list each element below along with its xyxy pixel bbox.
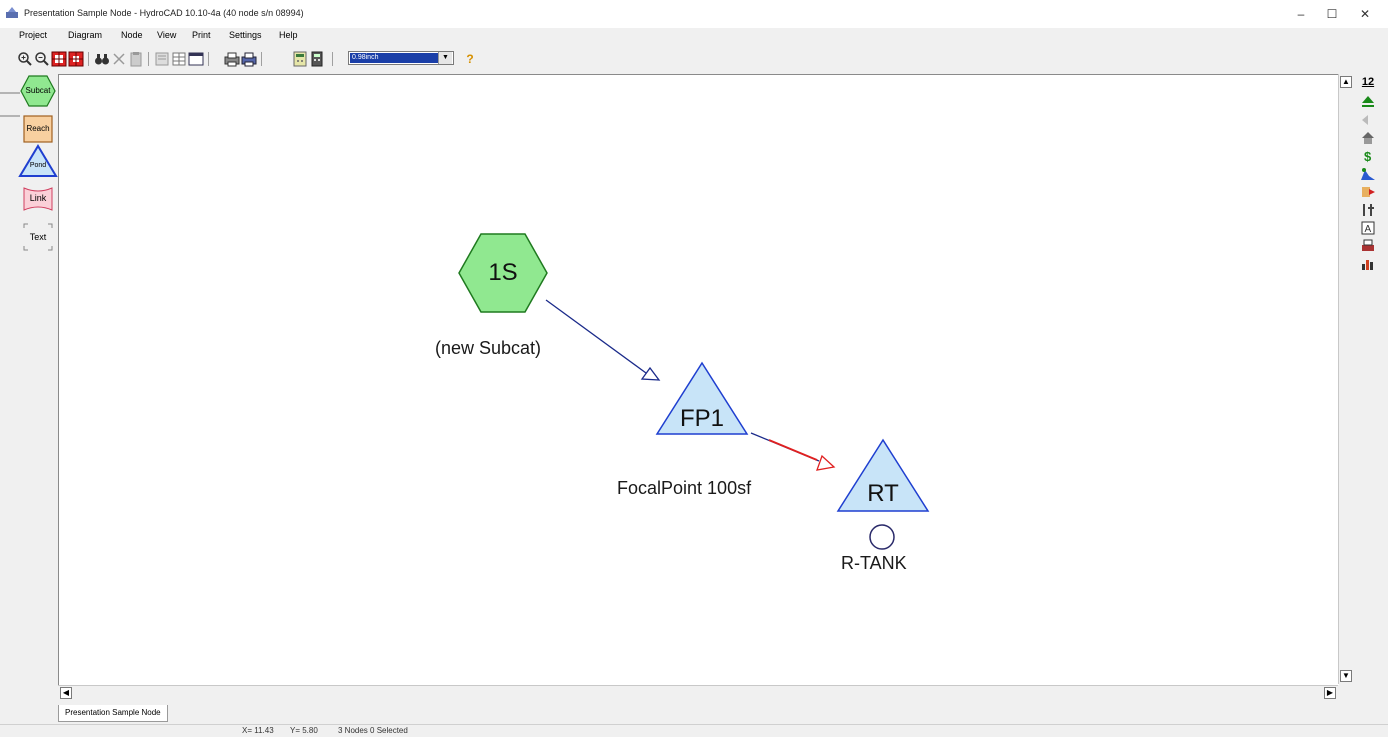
scroll-up-arrow-icon[interactable]: ▲ [1340,76,1352,88]
pond-triangle-icon [18,144,58,177]
scroll-down-arrow-icon[interactable]: ▼ [1340,670,1352,682]
zoom-level-select[interactable]: 0.98inch ▼ [348,51,454,65]
calculator-icon[interactable] [309,51,325,67]
palette-link-tool[interactable]: Link [22,184,58,218]
window-icon[interactable] [188,51,204,67]
tab-presentation-sample-node[interactable]: Presentation Sample Node [58,705,168,722]
svg-text:$: $ [1364,149,1372,164]
node-rt-id: RT [867,480,899,507]
node-1s-id: 1S [488,259,518,286]
cut-icon[interactable] [111,51,127,67]
node-number-button[interactable]: 12 [1360,74,1376,90]
diagram-drawing [458,233,930,550]
move-up-icon[interactable] [1360,94,1376,110]
menu-diagram[interactable]: Diagram [68,30,102,40]
palette-reach-tool[interactable]: Reach [22,114,58,148]
bar-chart-icon[interactable] [1360,256,1376,272]
tools-icon[interactable] [1360,202,1376,218]
hydrograph-icon[interactable] [1360,166,1376,182]
toolbar-separator [208,52,209,66]
menu-project[interactable]: Project [19,30,47,40]
zoom-level-value: 0.98inch [350,53,438,63]
menu-view[interactable]: View [157,30,176,40]
palette-text-tool[interactable]: Text [22,222,58,256]
zoom-fit-icon[interactable] [51,51,67,67]
palette-cursor-indicator [0,92,20,117]
print-icon[interactable] [224,51,240,67]
diagram-canvas[interactable]: 1S (new Subcat) FP1 FocalPoint 100sf RT … [58,74,1339,685]
link-1s-fp1-arrowhead [640,366,661,381]
palette-pond-tool[interactable]: Pond [18,144,58,178]
home-icon[interactable] [1360,130,1376,146]
link-fp1-rt[interactable] [768,439,818,461]
menu-print[interactable]: Print [192,30,211,40]
status-x-coordinate: X= 11.43 [242,726,274,735]
help-button[interactable]: ? [462,51,478,67]
link-1s-fp1[interactable] [545,299,647,374]
report-icon[interactable] [154,51,170,67]
toolbar-separator [148,52,149,66]
vertical-scrollbar[interactable]: ▲ ▼ [1338,74,1353,684]
status-bar: X= 11.43 Y= 5.80 3 Nodes 0 Selected [0,724,1388,737]
node-fp1-id: FP1 [679,405,724,432]
menu-help[interactable]: Help [279,30,298,40]
menu-node[interactable]: Node [121,30,143,40]
palette-link-label: Link [29,193,47,203]
zoom-all-icon[interactable] [68,51,84,67]
svg-text:A: A [1365,224,1372,235]
minimize-button[interactable]: – [1286,4,1316,24]
right-toolbar: 12 $ A [1356,74,1386,294]
scroll-left-arrow-icon[interactable]: ◀ [60,687,72,699]
toolbar-separator [261,52,262,66]
calculator-settings-icon[interactable] [292,51,308,67]
status-selection: 3 Nodes 0 Selected [338,726,408,735]
node-palette: Subcat Reach Pond Link Text [0,72,58,692]
window-title: Presentation Sample Node - HydroCAD 10.1… [24,8,304,18]
node-fp1-label[interactable]: FocalPoint 100sf [617,478,751,499]
node-rt-label[interactable]: R-TANK [841,553,907,574]
horizontal-scrollbar[interactable]: ◀ ▶ [58,685,1338,700]
zoom-in-icon[interactable] [17,51,33,67]
menu-settings[interactable]: Settings [229,30,262,40]
toolbar-separator [88,52,89,66]
chevron-down-icon[interactable]: ▼ [438,52,452,64]
maximize-button[interactable]: ☐ [1317,4,1347,24]
node-1s-label[interactable]: (new Subcat) [435,338,541,359]
find-binoculars-icon[interactable] [94,51,110,67]
palette-subcat-label: Subcat [25,86,51,95]
toolbar [0,44,1388,72]
paste-icon[interactable] [128,51,144,67]
toolbar-separator [332,52,333,66]
palette-reach-label: Reach [26,124,50,133]
zoom-out-icon[interactable] [34,51,50,67]
print-report-icon[interactable] [1360,238,1376,254]
scroll-right-arrow-icon[interactable]: ▶ [1324,687,1336,699]
hydrocad-app-icon [6,7,18,18]
text-box-icon[interactable]: A [1360,220,1376,236]
storage-circle-icon [869,524,895,550]
palette-text-label: Text [29,232,47,242]
link-fp1-rt-arrowhead [816,454,836,471]
print-preview-icon[interactable] [241,51,257,67]
palette-pond-label: Pond [29,162,47,169]
menu-bar: Project Diagram Node View Print Settings… [0,28,1388,44]
title-bar: Presentation Sample Node - HydroCAD 10.1… [0,0,1388,28]
table-icon[interactable] [171,51,187,67]
close-button[interactable]: ✕ [1350,4,1380,24]
palette-subcat-tool[interactable]: Subcat [20,74,56,108]
cost-dollar-icon[interactable]: $ [1360,148,1376,164]
export-arrow-icon[interactable] [1360,184,1376,200]
back-icon[interactable] [1360,112,1376,128]
status-y-coordinate: Y= 5.80 [290,726,318,735]
